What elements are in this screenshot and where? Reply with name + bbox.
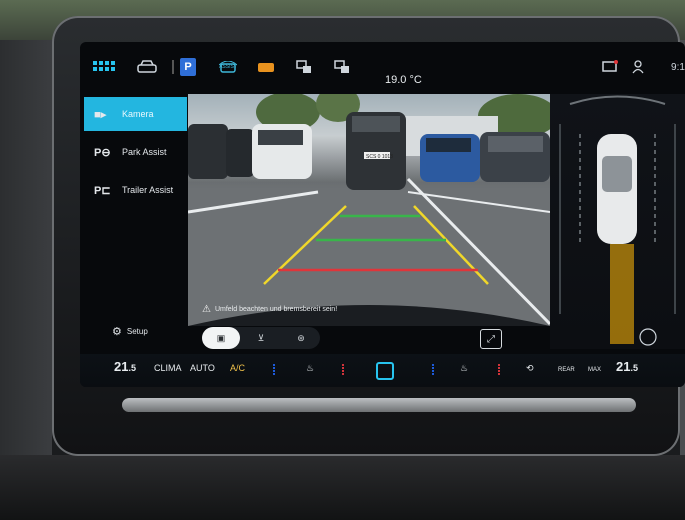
mode-button[interactable]: MODE	[254, 56, 278, 78]
camera-scene: SCS 0 1013	[188, 94, 550, 326]
rear-camera-view: SCS 0 1013	[188, 94, 550, 326]
menu-item-trailer-assist[interactable]: P⊏ Trailer Assist	[84, 173, 187, 207]
expand-icon[interactable]: ⤢	[480, 329, 502, 349]
view-side-button[interactable]: ⊛	[282, 327, 320, 349]
warning-icon: ⚠	[202, 304, 211, 315]
camera-side-menu: ■▸ Kamera P⊖ Park Assist P⊏ Trailer Assi…	[84, 97, 187, 347]
recirculation-icon[interactable]: ⟲	[526, 363, 534, 374]
setup-button[interactable]: ⚙ Setup	[112, 325, 148, 338]
menu-item-label: Kamera	[122, 109, 154, 119]
view-top-button[interactable]: ⊻	[242, 327, 280, 349]
park-button[interactable]: P	[180, 58, 196, 76]
climate-bar: 21.5 CLIMA AUTO A/C ♨ ♨ ⟲ REAR MAX 21.5	[80, 354, 685, 387]
left-temperature[interactable]: 21.5	[114, 359, 136, 374]
left-temp-value: 21	[114, 359, 129, 374]
left-temp-decimal: .5	[128, 363, 136, 373]
license-plate: SCS 0 1013	[366, 154, 393, 160]
assist-button[interactable]: ASSIST	[216, 56, 240, 78]
home-button[interactable]	[376, 362, 394, 380]
max-defrost-button[interactable]: MAX	[588, 367, 601, 373]
grid-icon[interactable]	[92, 56, 118, 78]
infotainment-screen: P ASSIST MODE 19.0 °C 9:1 ■▸ Kamera P⊖ P…	[80, 42, 685, 387]
seat-heat-right-icon[interactable]: ♨	[460, 363, 468, 374]
ac-button[interactable]: A/C	[230, 363, 245, 373]
park-assist-icon: P⊖	[94, 146, 111, 159]
phone-car-icon-2[interactable]	[332, 56, 352, 78]
menu-item-kamera[interactable]: ■▸ Kamera	[84, 97, 187, 131]
rear-defrost-button[interactable]: REAR	[558, 367, 575, 373]
setup-label: Setup	[126, 327, 148, 336]
top-status-bar: P ASSIST MODE 19.0 °C 9:1	[80, 42, 685, 94]
mode-label: MODE	[258, 64, 274, 70]
right-fan-indicator	[432, 364, 434, 376]
camera-view-toggle: ▣ ⊻ ⊛	[202, 327, 320, 349]
car-icon[interactable]	[136, 56, 158, 78]
phone-car-icon[interactable]	[294, 56, 314, 78]
profile-icon[interactable]	[630, 56, 646, 78]
clima-button[interactable]: CLIMA	[154, 363, 182, 373]
seat-heat-right-level	[498, 364, 500, 376]
warning-text: Umfeld beachten und bremsbereit sein!	[214, 306, 338, 313]
right-temp-value: 21	[616, 359, 631, 374]
warning-banner: ⚠ Umfeld beachten und bremsbereit sein!	[202, 304, 337, 315]
seat-heat-left-icon[interactable]: ♨	[306, 363, 314, 374]
assist-label: ASSIST	[219, 64, 237, 70]
camera-icon: ■▸	[94, 108, 107, 121]
trailer-assist-icon: P⊏	[94, 184, 111, 197]
right-temp-decimal: .5	[630, 363, 638, 373]
left-fan-indicator	[273, 364, 275, 376]
view-rear-button[interactable]: ▣	[202, 327, 240, 349]
chrome-trim	[122, 398, 636, 412]
message-icon[interactable]	[600, 56, 620, 78]
divider	[172, 60, 174, 74]
gear-icon: ⚙	[112, 326, 122, 338]
dashboard-bottom	[0, 455, 685, 520]
outside-temperature: 19.0 °C	[385, 74, 422, 86]
clock: 9:1	[671, 61, 685, 73]
menu-item-label: Trailer Assist	[122, 185, 174, 195]
right-temperature[interactable]: 21.5	[616, 359, 638, 374]
parking-sensor-view	[550, 94, 685, 349]
dashboard-left	[0, 40, 52, 455]
seat-heat-left-level	[342, 364, 344, 376]
menu-item-park-assist[interactable]: P⊖ Park Assist	[84, 135, 187, 169]
menu-item-label: Park Assist	[122, 147, 167, 157]
sensor-diagram	[559, 95, 676, 346]
auto-button[interactable]: AUTO	[190, 363, 215, 373]
